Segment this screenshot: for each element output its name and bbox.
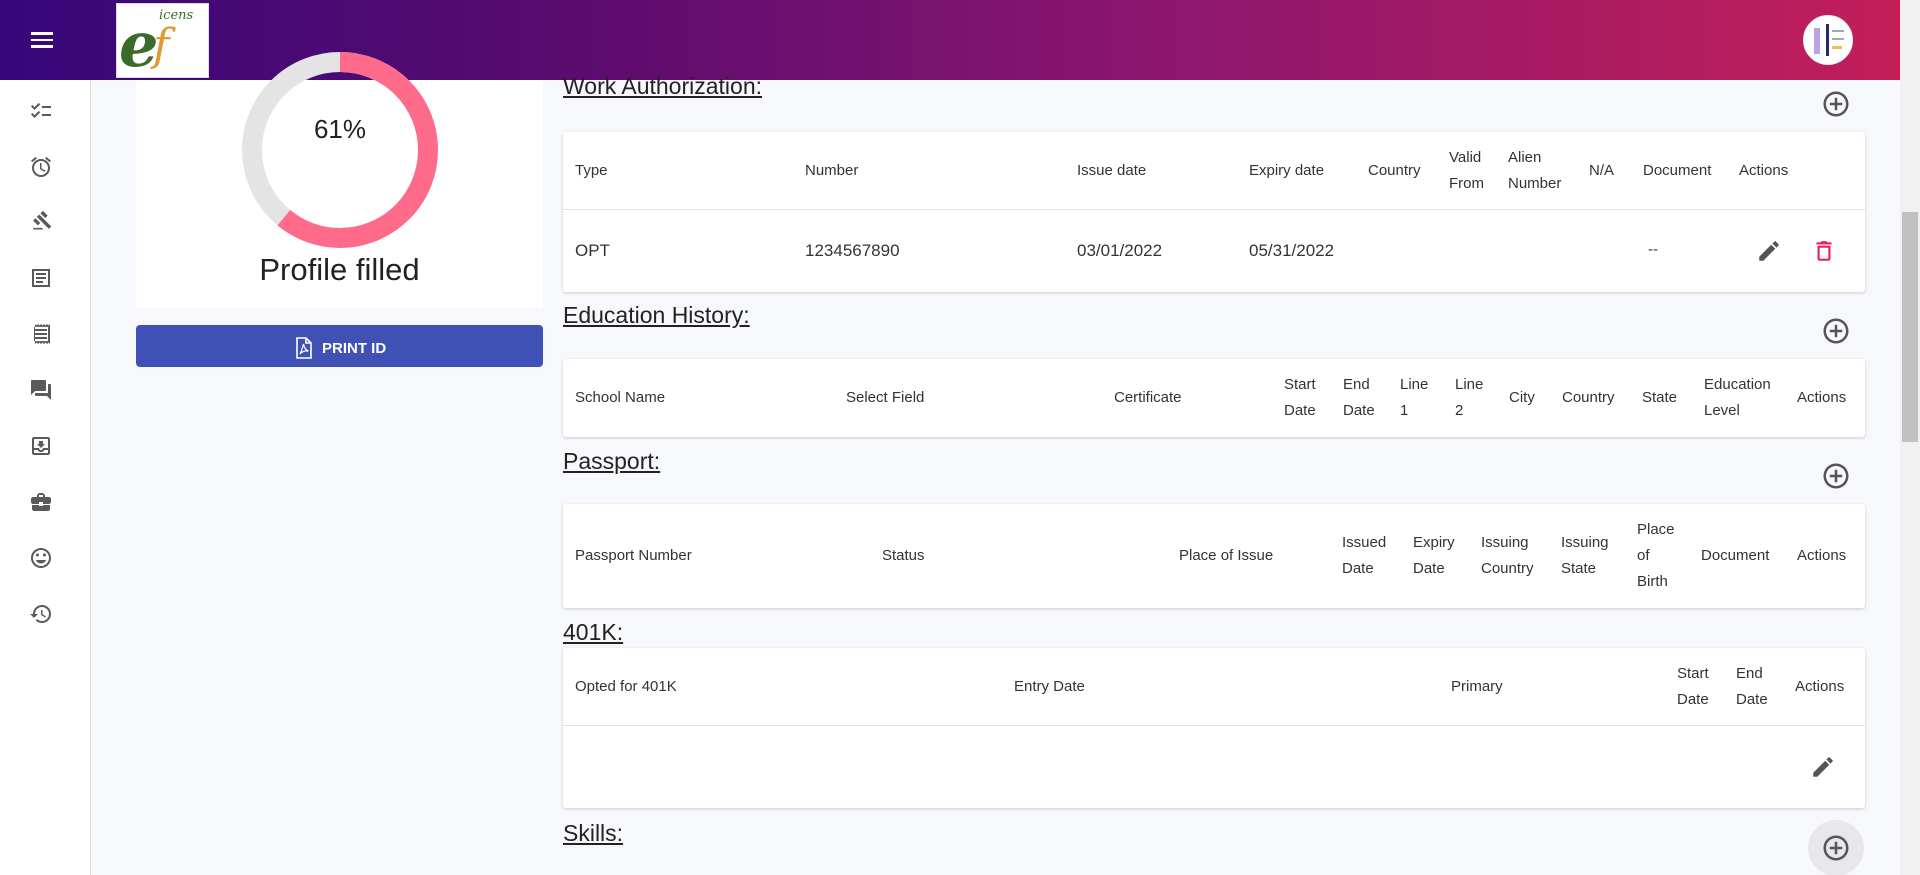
- mail-icon[interactable]: [29, 434, 53, 458]
- passport-table: Passport Number Status Place of Issue Is…: [563, 504, 1865, 608]
- table-header-row: Type Number Issue date Expiry date Count…: [563, 132, 1865, 210]
- skills-title: Skills:: [563, 820, 624, 846]
- column-header: Certificate: [1114, 389, 1182, 406]
- add-passport-button[interactable]: [1821, 461, 1851, 491]
- add-skill-button[interactable]: [1808, 820, 1864, 875]
- work-authorization-table: Type Number Issue date Expiry date Count…: [563, 132, 1865, 292]
- column-header: Primary: [1451, 678, 1503, 695]
- column-header: Issued Date: [1342, 534, 1387, 577]
- column-header: Country: [1562, 389, 1615, 406]
- column-header: Opted for 401K: [575, 678, 677, 695]
- column-header: Valid From: [1449, 149, 1484, 192]
- scrollbar-thumb[interactable]: [1902, 212, 1918, 442]
- work-authorization-title: Work Authorization:: [563, 73, 763, 99]
- sidebar-nav: [0, 80, 91, 875]
- column-header: Actions: [1797, 389, 1847, 406]
- column-header: Number: [805, 162, 859, 179]
- column-header: End Date: [1736, 665, 1768, 708]
- pdf-file-icon: [296, 337, 312, 359]
- receipt-icon[interactable]: [29, 322, 53, 346]
- column-header: Country: [1368, 162, 1421, 179]
- column-header: Document: [1701, 547, 1770, 564]
- column-header: Expiry date: [1249, 162, 1325, 179]
- user-avatar[interactable]: [1803, 15, 1853, 65]
- cell-expiry-date: 05/31/2022: [1249, 241, 1335, 260]
- table-header-row: Passport Number Status Place of Issue Is…: [563, 504, 1865, 608]
- column-header: Document: [1643, 162, 1712, 179]
- column-header: Actions: [1795, 678, 1845, 695]
- 401k-table: Opted for 401K Entry Date Primary Start …: [563, 648, 1865, 808]
- column-header: Alien Number: [1508, 149, 1562, 192]
- column-header: Start Date: [1284, 376, 1316, 419]
- column-header: Actions: [1797, 547, 1847, 564]
- column-header: N/A: [1589, 162, 1615, 179]
- gavel-icon[interactable]: [29, 210, 53, 234]
- column-header: Expiry Date: [1413, 534, 1455, 577]
- column-header: Place of Birth: [1637, 521, 1675, 590]
- column-header: Actions: [1739, 162, 1789, 179]
- cell-issue-date: 03/01/2022: [1077, 241, 1163, 260]
- profile-filled-label: Profile filled: [259, 252, 420, 287]
- add-work-authorization-button[interactable]: [1821, 89, 1851, 119]
- column-header: Entry Date: [1014, 678, 1085, 695]
- column-header: Issuing State: [1561, 534, 1609, 577]
- menu-icon[interactable]: [26, 28, 58, 52]
- cell-type: OPT: [575, 241, 610, 260]
- table-header-row: Opted for 401K Entry Date Primary Start …: [563, 648, 1865, 726]
- add-education-button[interactable]: [1821, 316, 1851, 346]
- history-icon[interactable]: [29, 602, 53, 626]
- column-header: Place of Issue: [1179, 547, 1274, 564]
- table-row: [563, 726, 1865, 808]
- edit-icon[interactable]: [1810, 754, 1836, 780]
- document-list-icon[interactable]: [29, 266, 53, 290]
- 401k-title: 401K:: [563, 619, 624, 645]
- column-header: Type: [575, 162, 608, 179]
- column-header: End Date: [1343, 376, 1375, 419]
- column-header: Start Date: [1677, 665, 1709, 708]
- add-circle-icon: [1823, 835, 1849, 861]
- education-history-title: Education History:: [563, 302, 750, 328]
- profile-percent: 61%: [313, 114, 367, 144]
- face-icon[interactable]: [29, 546, 53, 570]
- print-id-button[interactable]: PRINT ID: [136, 325, 543, 367]
- briefcase-icon[interactable]: [29, 490, 53, 514]
- add-circle-icon: [1823, 318, 1849, 344]
- column-header: Select Field: [846, 389, 925, 406]
- chat-icon[interactable]: [29, 378, 53, 402]
- add-circle-icon: [1823, 91, 1849, 117]
- column-header: City: [1509, 389, 1535, 406]
- column-header: School Name: [575, 389, 666, 406]
- column-header: Passport Number: [575, 547, 692, 564]
- edit-icon[interactable]: [1756, 238, 1782, 264]
- add-circle-icon: [1823, 463, 1849, 489]
- print-id-label: PRINT ID: [322, 339, 387, 357]
- cell-number: 1234567890: [805, 241, 900, 260]
- company-logo: icens e f: [116, 3, 209, 78]
- column-header: Issuing Country: [1481, 534, 1534, 577]
- education-history-table: School Name Select Field Certificate Sta…: [563, 359, 1865, 437]
- column-header: Issue date: [1077, 162, 1147, 179]
- column-header: Line 2: [1455, 376, 1484, 419]
- passport-title: Passport:: [563, 448, 661, 474]
- column-header: State: [1642, 389, 1678, 406]
- alarm-icon[interactable]: [29, 155, 53, 179]
- delete-icon[interactable]: [1811, 238, 1837, 264]
- page-scrollbar[interactable]: [1900, 0, 1920, 875]
- profile-completion-card: 61% Profile filled: [136, 52, 543, 308]
- checklist-icon[interactable]: [29, 99, 53, 123]
- profile-progress-ring: [242, 52, 438, 248]
- cell-document: --: [1648, 241, 1658, 258]
- column-header: Education Level: [1704, 376, 1771, 419]
- table-row: OPT 1234567890 03/01/2022 05/31/2022 --: [563, 210, 1865, 292]
- table-header-row: School Name Select Field Certificate Sta…: [563, 359, 1865, 437]
- column-header: Line 1: [1400, 376, 1429, 419]
- column-header: Status: [882, 547, 925, 564]
